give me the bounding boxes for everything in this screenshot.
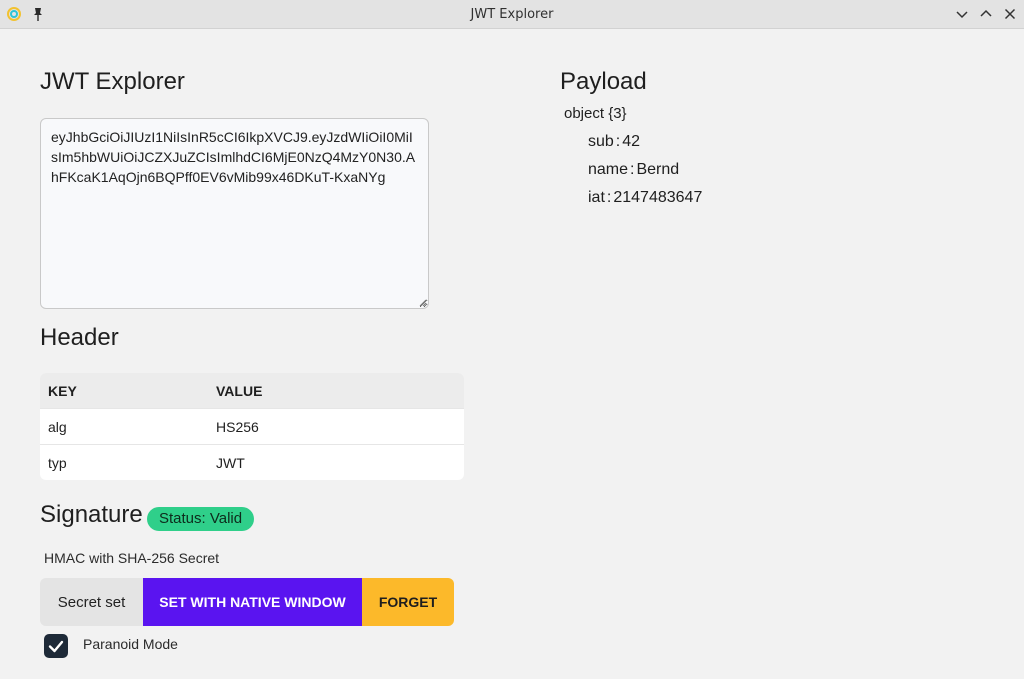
payload-value: 42 bbox=[622, 133, 641, 150]
payload-separator: : bbox=[606, 189, 612, 206]
header-table: KEY VALUE alg HS256 typ JWT bbox=[40, 373, 464, 480]
column-header-key: KEY bbox=[48, 382, 77, 399]
column-header-value: VALUE bbox=[216, 382, 263, 399]
window-titlebar: JWT Explorer bbox=[0, 0, 1024, 29]
header-section-title: Header bbox=[40, 324, 119, 351]
forget-button[interactable]: FORGET bbox=[362, 578, 454, 626]
paranoid-mode-label[interactable]: Paranoid Mode bbox=[83, 636, 178, 652]
set-native-window-button[interactable]: SET WITH NATIVE WINDOW bbox=[143, 578, 362, 626]
payload-key: sub bbox=[588, 133, 614, 150]
payload-tree-item: iat:2147483647 bbox=[588, 189, 702, 207]
signature-status-badge: Status: Valid bbox=[147, 507, 255, 531]
payload-tree-item: name: Bernd bbox=[588, 161, 679, 179]
payload-section-title: Payload bbox=[560, 68, 647, 95]
jwt-token-textarea[interactable]: eyJhbGciOiJIUzI1NiIsInR5cCI6IkpXVCJ9.eyJ… bbox=[40, 118, 429, 309]
paranoid-mode-checkbox[interactable] bbox=[44, 634, 68, 658]
window-title: JWT Explorer bbox=[470, 7, 554, 22]
header-value-cell: JWT bbox=[216, 454, 245, 471]
payload-key: name bbox=[588, 161, 629, 178]
page-title: JWT Explorer bbox=[40, 68, 185, 95]
header-value-cell: HS256 bbox=[216, 418, 259, 435]
header-key-cell: typ bbox=[48, 454, 67, 471]
payload-separator: : bbox=[615, 133, 621, 150]
payload-tree-item: sub:42 bbox=[588, 133, 640, 151]
minimize-chevron-icon[interactable] bbox=[954, 6, 970, 22]
maximize-chevron-icon[interactable] bbox=[978, 6, 994, 22]
payload-tree-root[interactable]: object {3} bbox=[564, 105, 627, 122]
table-row: alg HS256 bbox=[40, 408, 464, 444]
resize-grip-icon[interactable] bbox=[419, 299, 427, 307]
payload-key: iat bbox=[588, 189, 605, 206]
secret-button-group: Secret set SET WITH NATIVE WINDOW FORGET bbox=[40, 578, 454, 626]
header-key-cell: alg bbox=[48, 418, 67, 435]
algorithm-label: HMAC with SHA-256 Secret bbox=[44, 550, 220, 566]
payload-value: 2147483647 bbox=[613, 189, 703, 206]
payload-value: Bernd bbox=[636, 161, 680, 178]
table-header-row: KEY VALUE bbox=[40, 373, 464, 408]
close-icon[interactable] bbox=[1002, 6, 1018, 22]
payload-separator: : bbox=[630, 161, 635, 178]
signature-section-title: Signature bbox=[40, 501, 143, 528]
secret-state-label: Secret set bbox=[40, 578, 143, 626]
table-row: typ JWT bbox=[40, 444, 464, 480]
